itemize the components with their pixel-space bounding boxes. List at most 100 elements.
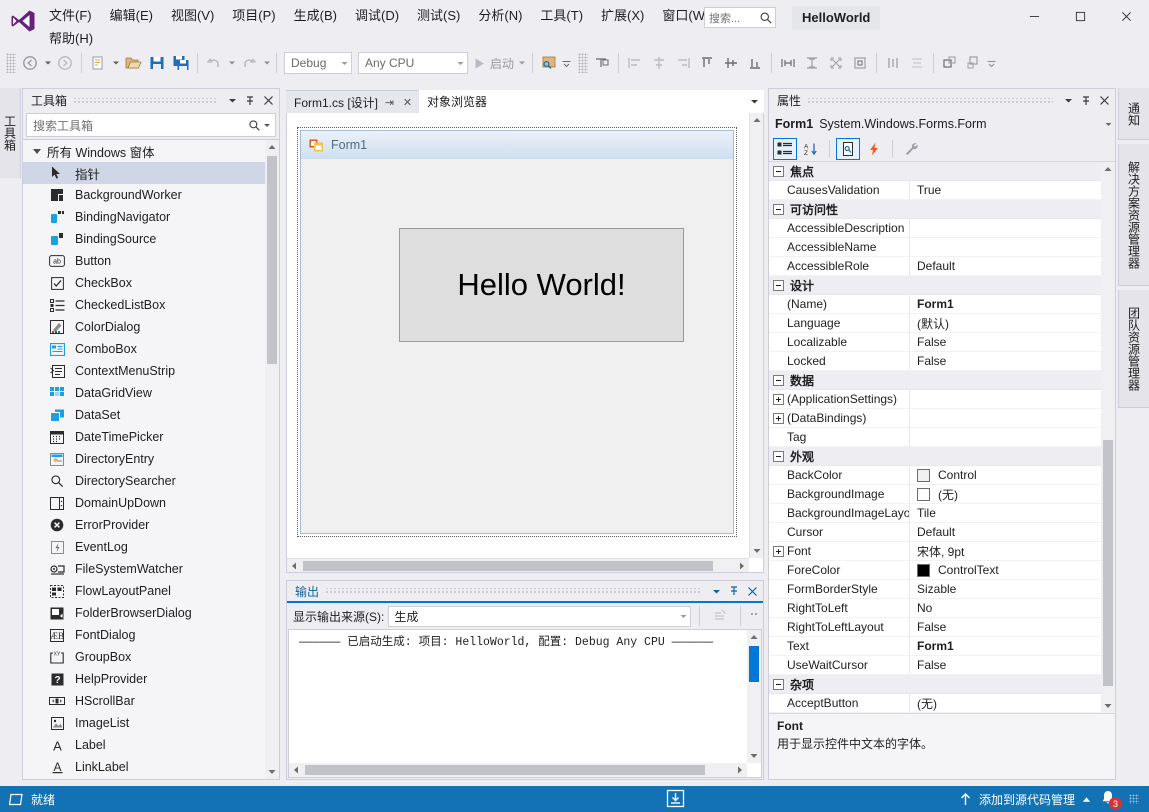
vertical-tab-toolbox[interactable]: 工具箱	[0, 88, 21, 178]
make-same-size-button[interactable]	[824, 51, 848, 75]
property-row-font[interactable]: Font 宋体, 9pt	[769, 542, 1115, 561]
send-to-back-button[interactable]	[962, 51, 986, 75]
menu-item-file[interactable]: 文件(F)	[40, 4, 101, 27]
vertical-tab-team-explorer[interactable]: 团队资源管理器	[1118, 290, 1149, 408]
menu-item-project[interactable]: 项目(P)	[223, 4, 284, 27]
menu-item-build[interactable]: 生成(B)	[285, 4, 346, 27]
form-selection-frame[interactable]: Form1 Hello World!	[297, 127, 737, 537]
new-project-dropdown[interactable]	[110, 51, 121, 75]
property-row-databindings[interactable]: (DataBindings)	[769, 409, 1115, 428]
toolbar-overflow-1[interactable]	[561, 51, 572, 75]
toolbox-item-imagelist[interactable]: ImageList	[23, 712, 279, 734]
output-source-select[interactable]: 生成	[388, 606, 691, 627]
property-value[interactable]: 宋体, 9pt	[909, 542, 1115, 561]
property-row-backgroundimagelayout[interactable]: BackgroundImageLayout Tile	[769, 504, 1115, 523]
toolbox-item-domainupdown[interactable]: DomainUpDown	[23, 492, 279, 514]
toolbox-item-colordialog[interactable]: ColorDialog	[23, 316, 279, 338]
add-to-source-control-button[interactable]: 添加到源代码管理	[959, 791, 1091, 808]
toolbox-item-fontdialog[interactable]: ÆB FontDialog	[23, 624, 279, 646]
toolbox-item-datagridview[interactable]: DataGridView	[23, 382, 279, 404]
toolbox-item-combobox[interactable]: ComboBox	[23, 338, 279, 360]
collapse-icon[interactable]	[773, 166, 784, 177]
collapse-icon[interactable]	[773, 451, 784, 462]
bring-to-front-button[interactable]	[938, 51, 962, 75]
designer-horizontal-scrollbar[interactable]	[287, 558, 749, 572]
property-row-backcolor[interactable]: BackColor Control	[769, 466, 1115, 485]
property-row-language[interactable]: Language (默认)	[769, 314, 1115, 333]
output-horizontal-scrollbar[interactable]	[289, 763, 747, 777]
designer-scroll-right-button[interactable]	[735, 559, 749, 573]
property-value[interactable]	[909, 238, 1115, 257]
property-value[interactable]: No	[909, 599, 1115, 618]
property-value[interactable]: Tile	[909, 504, 1115, 523]
menu-item-debug[interactable]: 调试(D)	[346, 4, 408, 27]
collapse-icon[interactable]	[773, 679, 784, 690]
menu-item-test[interactable]: 测试(S)	[408, 4, 469, 27]
toolbox-item-groupbox[interactable]: XY GroupBox	[23, 646, 279, 668]
toolbox-scroll-up-button[interactable]	[265, 140, 279, 154]
toolbox-pin-button[interactable]	[241, 92, 259, 110]
expand-icon[interactable]	[773, 394, 784, 405]
designer-scroll-down-button[interactable]	[750, 544, 764, 558]
expander-cell[interactable]	[769, 546, 787, 557]
layout-toolbar-grip[interactable]	[578, 53, 588, 73]
toolbox-item-flowlayoutpanel[interactable]: FlowLayoutPanel	[23, 580, 279, 602]
property-row-backgroundimage[interactable]: BackgroundImage (无)	[769, 485, 1115, 504]
navigate-backward-dropdown[interactable]	[42, 51, 53, 75]
designer-vertical-scrollbar[interactable]	[749, 113, 763, 558]
size-to-grid-button[interactable]	[848, 51, 872, 75]
property-row-accessiblename[interactable]: AccessibleName	[769, 238, 1115, 257]
toolbox-item-label[interactable]: A Label	[23, 734, 279, 756]
property-row-righttoleft[interactable]: RightToLeft No	[769, 599, 1115, 618]
property-value[interactable]: False	[909, 618, 1115, 637]
redo-dropdown[interactable]	[261, 51, 272, 75]
property-row-locked[interactable]: Locked False	[769, 352, 1115, 371]
properties-menu-button[interactable]	[1059, 92, 1077, 110]
toolbox-item-pointer[interactable]: 指针	[23, 162, 279, 184]
output-menu-button[interactable]	[707, 582, 725, 600]
properties-grid[interactable]: 焦点 CausesValidation True 可访问性 Accessible…	[769, 162, 1115, 713]
document-tab-form1-designer[interactable]: Form1.cs [设计] ⇥ ✕	[286, 90, 419, 113]
horizontal-spacing-button[interactable]	[881, 51, 905, 75]
maximize-button[interactable]	[1057, 0, 1103, 32]
solution-platform-select[interactable]: Any CPU	[358, 52, 468, 74]
property-value[interactable]: Default	[909, 523, 1115, 542]
property-value[interactable]	[909, 390, 1115, 409]
undo-dropdown[interactable]	[226, 51, 237, 75]
properties-button[interactable]	[836, 138, 860, 160]
output-vertical-scrollbar[interactable]	[747, 630, 761, 763]
pin-tab-button[interactable]: ⇥	[383, 96, 396, 109]
toolbox-item-checkedlistbox[interactable]: CheckedListBox	[23, 294, 279, 316]
collapse-icon[interactable]	[773, 204, 784, 215]
toolbox-scroll-thumb[interactable]	[267, 156, 277, 364]
property-value-cell[interactable]: (无)	[909, 485, 1115, 504]
properties-scroll-down-button[interactable]	[1101, 699, 1115, 713]
toolbox-item-datetimepicker[interactable]: DateTimePicker	[23, 426, 279, 448]
toolbox-item-directoryentry[interactable]: DirectoryEntry	[23, 448, 279, 470]
properties-pin-button[interactable]	[1077, 92, 1095, 110]
minimize-button[interactable]	[1011, 0, 1057, 32]
toolbox-item-eventlog[interactable]: EventLog	[23, 536, 279, 558]
notifications-button[interactable]: 3	[1099, 789, 1121, 809]
menu-item-extensions[interactable]: 扩展(X)	[592, 4, 653, 27]
property-category-design[interactable]: 设计	[769, 276, 1115, 295]
toolbox-item-errorprovider[interactable]: ErrorProvider	[23, 514, 279, 536]
undo-button[interactable]	[202, 51, 226, 75]
property-row-applicationsettings[interactable]: (ApplicationSettings)	[769, 390, 1115, 409]
redo-button[interactable]	[237, 51, 261, 75]
designer-scroll-left-button[interactable]	[287, 559, 301, 573]
toolbox-item-contextmenustrip[interactable]: ContextMenuStrip	[23, 360, 279, 382]
new-project-button[interactable]	[86, 51, 110, 75]
vertical-tab-notifications[interactable]: 通知	[1118, 88, 1149, 140]
toolbox-drag-handle[interactable]	[73, 98, 217, 104]
property-value[interactable]: True	[909, 181, 1115, 200]
hello-world-label[interactable]: Hello World!	[399, 228, 684, 342]
designer-scroll-up-button[interactable]	[750, 113, 763, 127]
property-row-causesvalidation[interactable]: CausesValidation True	[769, 181, 1115, 200]
output-hscroll-thumb[interactable]	[305, 765, 705, 775]
navigate-backward-button[interactable]	[18, 51, 42, 75]
designer-hscroll-thumb[interactable]	[303, 561, 713, 571]
toolbox-scroll-down-button[interactable]	[265, 765, 279, 779]
toolbar-overflow-2[interactable]	[986, 51, 997, 75]
output-drag-handle[interactable]	[325, 588, 701, 594]
